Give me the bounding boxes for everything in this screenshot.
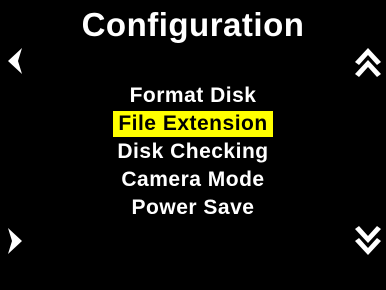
menu-item-camera-mode[interactable]: Camera Mode	[0, 166, 386, 194]
configuration-menu: Format Disk File Extension Disk Checking…	[0, 82, 386, 222]
menu-item-power-save[interactable]: Power Save	[0, 194, 386, 222]
double-chevron-up-icon[interactable]	[355, 48, 381, 80]
menu-item-label: Disk Checking	[117, 140, 269, 163]
menu-item-label: Format Disk	[129, 84, 257, 107]
menu-item-label: Camera Mode	[121, 168, 265, 191]
menu-item-label: File Extension	[113, 111, 273, 137]
page-title: Configuration	[81, 6, 305, 43]
camera-osd-screen: Configuration Format Disk File Extension…	[0, 0, 386, 290]
menu-item-disk-checking[interactable]: Disk Checking	[0, 138, 386, 166]
menu-item-format-disk[interactable]: Format Disk	[0, 82, 386, 110]
left-arrow-icon[interactable]	[6, 46, 24, 76]
right-arrow-icon[interactable]	[6, 226, 24, 256]
double-chevron-down-icon[interactable]	[355, 226, 381, 258]
menu-item-file-extension[interactable]: File Extension	[0, 110, 386, 138]
menu-item-label: Power Save	[131, 196, 255, 219]
